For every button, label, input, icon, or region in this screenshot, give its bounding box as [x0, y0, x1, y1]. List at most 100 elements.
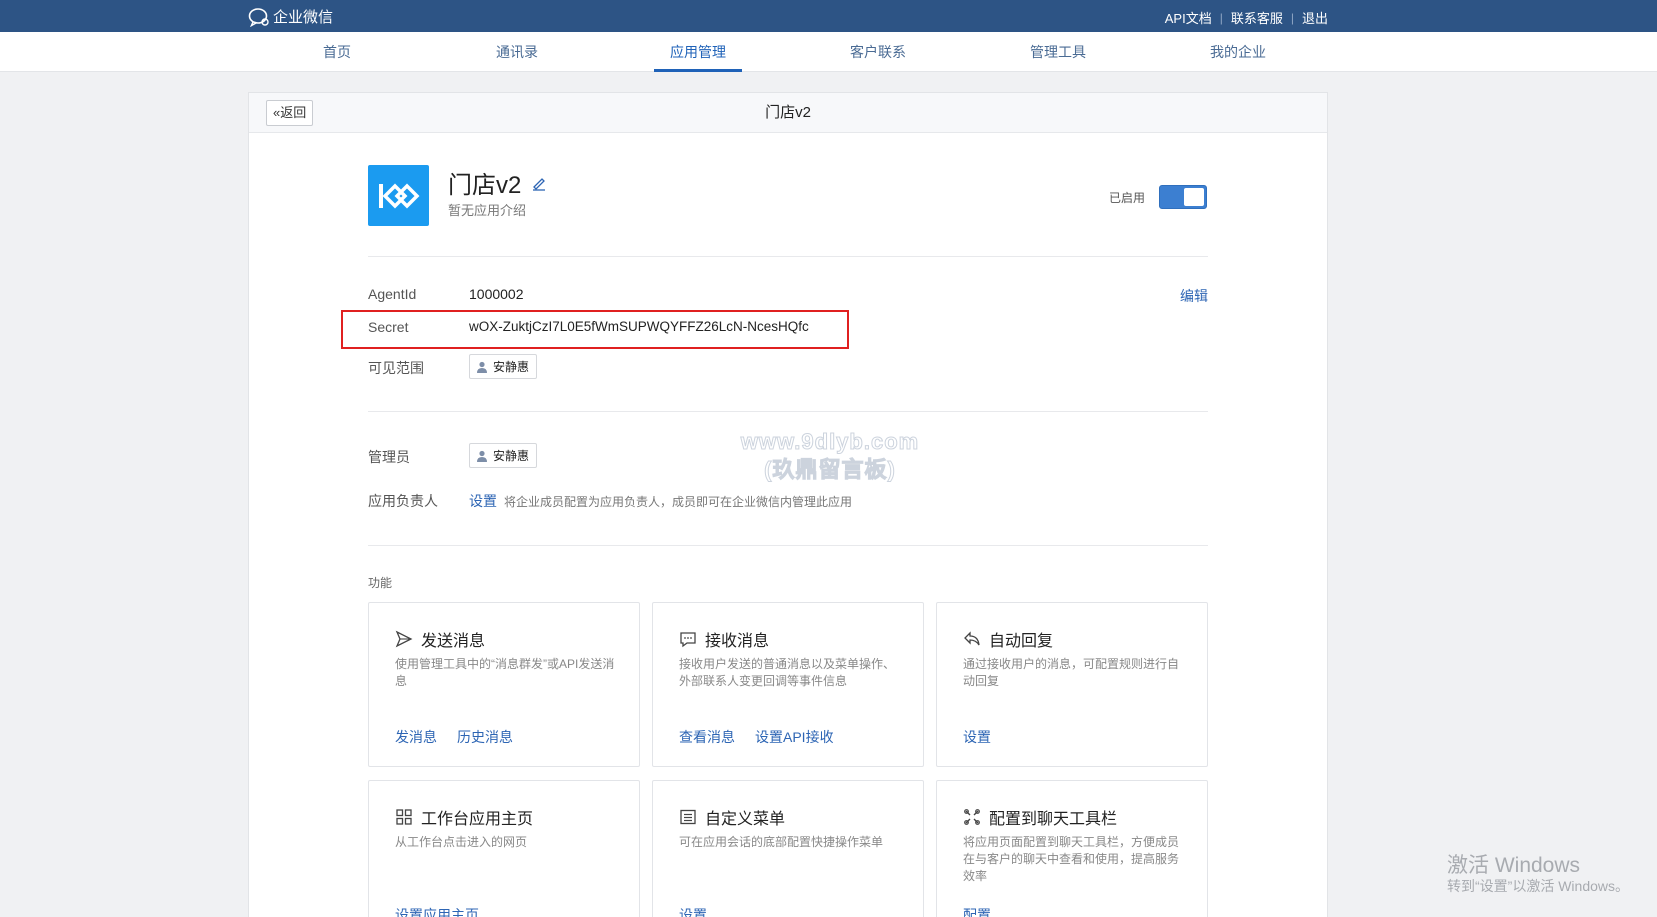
nav-app-management[interactable]: 应用管理 — [654, 32, 742, 72]
card-title-text: 接收消息 — [705, 633, 770, 650]
view-messages-link[interactable]: 查看消息 — [679, 727, 735, 747]
brand-name: 企业微信 — [273, 9, 334, 26]
secret-label: Secret — [368, 319, 409, 335]
logout-link[interactable]: 退出 — [1302, 8, 1328, 27]
owner-label: 应用负责人 — [368, 493, 438, 509]
scope-user-name: 安静惠 — [493, 360, 530, 374]
site-watermark: www.9dlyb.com (玖鼎留言板) — [730, 428, 930, 484]
edit-link[interactable]: 编辑 — [1180, 286, 1208, 306]
back-label: 返回 — [280, 105, 307, 120]
card-title: 接收消息 — [679, 627, 769, 651]
feature-card-auto-reply: 自动回复 通过接收用户的消息，可配置规则进行自动回复 设置 — [936, 602, 1208, 767]
card-links: 设置 — [963, 727, 1011, 747]
toolbar-icon — [964, 809, 980, 825]
windows-activation-subtitle: 转到“设置”以激活 Windows。 — [1447, 878, 1630, 894]
send-icon — [395, 630, 413, 648]
chat-bubble-icon — [680, 632, 696, 648]
feature-card-send-message: 发送消息 使用管理工具中的“消息群发”或API发送消息 发消息 历史消息 — [368, 602, 640, 767]
app-logo — [368, 165, 429, 226]
back-button[interactable]: «返回 — [266, 100, 314, 126]
separator: | — [1290, 10, 1294, 25]
agentid-value: 1000002 — [469, 286, 524, 302]
agentid-label: AgentId — [368, 286, 417, 302]
set-api-receive-link[interactable]: 设置API接收 — [755, 727, 834, 747]
top-bar: 企业微信 API文档 | 联系客服 | 退出 — [0, 0, 1657, 32]
card-links: 查看消息 设置API接收 — [679, 727, 854, 747]
contact-support-link[interactable]: 联系客服 — [1231, 8, 1283, 27]
card-title-text: 工作台应用主页 — [421, 811, 534, 828]
send-message-link[interactable]: 发消息 — [395, 727, 437, 747]
owner-hint: 将企业成员配置为应用负责人，成员即可在企业微信内管理此应用 — [504, 495, 853, 509]
card-title-text: 自动回复 — [989, 633, 1054, 650]
api-docs-link[interactable]: API文档 — [1165, 8, 1212, 27]
nav-my-company[interactable]: 我的企业 — [1194, 32, 1282, 72]
top-links: API文档 | 联系客服 | 退出 — [1165, 8, 1328, 27]
panel-title: 门店v2 — [765, 104, 811, 121]
card-description: 接收用户发送的普通消息以及菜单操作、外部联系人变更回调等事件信息 — [679, 657, 896, 688]
windows-activation-title: 激活 Windows — [1447, 854, 1581, 877]
owner-set-link[interactable]: 设置 — [469, 491, 497, 511]
separator: | — [1219, 10, 1223, 25]
nav-home[interactable]: 首页 — [293, 32, 381, 72]
app-name: 门店v2 — [448, 165, 547, 200]
card-title-text: 自定义菜单 — [705, 811, 786, 828]
reply-icon — [964, 631, 980, 646]
nav-management-tools[interactable]: 管理工具 — [1014, 32, 1102, 72]
panel-header: 门店v2 «返回 — [249, 93, 1327, 133]
wecom-logo-icon — [248, 7, 269, 27]
admin-label: 管理员 — [368, 449, 410, 465]
scope-label: 可见范围 — [368, 360, 424, 376]
card-links: 发消息 历史消息 — [395, 727, 533, 747]
card-title: 配置到聊天工具栏 — [963, 805, 1117, 829]
user-icon — [477, 361, 487, 373]
menu-icon — [680, 809, 696, 825]
history-message-link[interactable]: 历史消息 — [457, 727, 513, 747]
nav-customer-contact[interactable]: 客户联系 — [834, 32, 922, 72]
configure-toolbar-link[interactable]: 配置 — [963, 905, 991, 917]
feature-card-chat-toolbar: 配置到聊天工具栏 将应用页面配置到聊天工具栏，方便成员在与客户的聊天中查看和使用… — [936, 780, 1208, 917]
card-description: 将应用页面配置到聊天工具栏，方便成员在与客户的聊天中查看和使用，提高服务效率 — [963, 835, 1180, 883]
grid-icon — [396, 809, 412, 825]
divider — [368, 545, 1208, 546]
app-logo-icon — [378, 183, 419, 208]
enable-toggle[interactable] — [1159, 185, 1207, 209]
app-detail-panel: 门店v2 «返回 门店v2 暂无应用介绍 已启用 AgentId 1000002… — [248, 92, 1328, 917]
custom-menu-settings-link[interactable]: 设置 — [679, 905, 707, 917]
main-nav: 首页 通讯录 应用管理 客户联系 管理工具 我的企业 — [0, 32, 1657, 72]
card-title: 自定义菜单 — [679, 805, 785, 829]
app-description: 暂无应用介绍 — [448, 203, 527, 218]
card-title-text: 发送消息 — [421, 633, 486, 650]
admin-user-name: 安静惠 — [493, 449, 530, 463]
user-icon — [477, 450, 487, 462]
card-description: 通过接收用户的消息，可配置规则进行自动回复 — [963, 657, 1180, 688]
card-title-text: 配置到聊天工具栏 — [989, 811, 1118, 828]
feature-card-receive-message: 接收消息 接收用户发送的普通消息以及菜单操作、外部联系人变更回调等事件信息 查看… — [652, 602, 924, 767]
nav-contacts[interactable]: 通讯录 — [473, 32, 561, 72]
card-links: 配置 — [963, 905, 1011, 917]
card-description: 可在应用会话的底部配置快捷操作菜单 — [679, 835, 884, 849]
app-name-text: 门店v2 — [448, 172, 522, 199]
card-description: 从工作台点击进入的网页 — [395, 835, 528, 849]
watermark-line2: (玖鼎留言板) — [764, 457, 896, 483]
card-description: 使用管理工具中的“消息群发”或API发送消息 — [395, 657, 615, 688]
feature-card-workbench-homepage: 工作台应用主页 从工作台点击进入的网页 设置应用主页 — [368, 780, 640, 917]
divider — [368, 411, 1208, 412]
brand[interactable]: 企业微信 — [248, 6, 333, 27]
features-title: 功能 — [368, 576, 393, 590]
card-title: 发送消息 — [395, 627, 485, 651]
card-title: 工作台应用主页 — [395, 805, 533, 829]
card-title: 自动回复 — [963, 627, 1053, 651]
scope-user-tag[interactable]: 安静惠 — [469, 354, 538, 379]
edit-pen-icon[interactable] — [531, 175, 547, 191]
watermark-line1: www.9dlyb.com — [740, 429, 920, 455]
set-homepage-link[interactable]: 设置应用主页 — [395, 905, 479, 917]
auto-reply-settings-link[interactable]: 设置 — [963, 727, 991, 747]
toggle-knob — [1184, 188, 1204, 206]
secret-value: wOX-ZuktjCzI7L0E5fWmSUPWQYFFZ26LcN-NcesH… — [469, 319, 809, 334]
status-label: 已启用 — [1109, 191, 1146, 205]
card-links: 设置 — [679, 905, 727, 917]
feature-card-custom-menu: 自定义菜单 可在应用会话的底部配置快捷操作菜单 设置 — [652, 780, 924, 917]
admin-user-tag[interactable]: 安静惠 — [469, 443, 538, 468]
card-links: 设置应用主页 — [395, 905, 499, 917]
divider — [368, 256, 1208, 257]
